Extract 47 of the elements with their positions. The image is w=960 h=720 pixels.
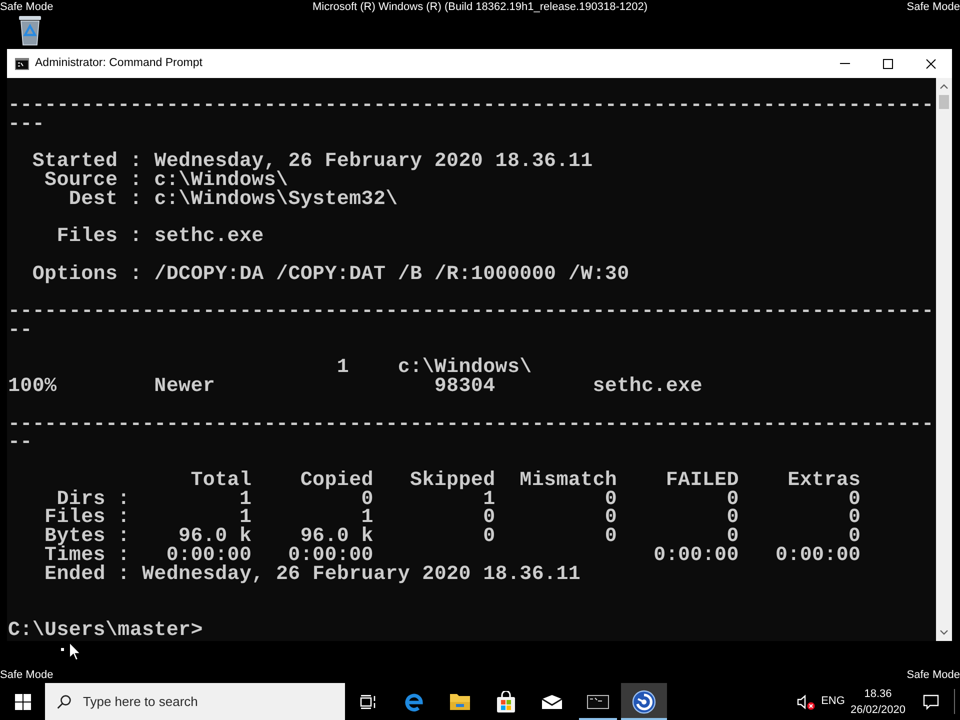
safe-mode-label: Safe Mode [0, 0, 54, 14]
console-line: -- [8, 322, 32, 340]
console-line: Files : 1 1 0 0 0 0 [44, 509, 861, 528]
console-line: --- [8, 116, 45, 134]
console-line: Options : /DCOPY:DA /COPY:DAT /B /R:1000000 /W:30 [32, 266, 630, 284]
close-icon [926, 58, 936, 68]
console-line: Times : 0:00:00 0:00:00 0:00:00 0:00:00 [44, 546, 861, 566]
console-line: Dest : c:\Windows\System32\ [68, 190, 398, 210]
console-line: ---------------------------------------------------------------------------- [8, 303, 934, 322]
safe-mode-label: Safe Mode [906, 668, 960, 682]
terminal-icon [587, 694, 609, 708]
search-icon [57, 694, 71, 708]
folder-icon [449, 692, 471, 710]
console-line: 1 c:\Windows\ [336, 359, 532, 378]
window-title: Administrator: Command Prompt [35, 56, 202, 71]
chevron-up-icon [940, 84, 948, 89]
console-line: -- [8, 434, 32, 453]
recycle-bin-icon[interactable] [18, 14, 42, 46]
circle-logo-icon [632, 690, 656, 714]
scroll-thumb[interactable] [939, 95, 949, 109]
console-line: Source : c:\Windows\ [44, 172, 288, 190]
shopping-bag-icon [496, 690, 516, 712]
console-line: ---------------------------------------------------------------------------- [8, 96, 934, 116]
minimize-icon [840, 63, 850, 64]
console-line: Started : Wednesday, 26 February 2020 18.36.11 [32, 153, 593, 172]
maximize-icon [882, 58, 892, 68]
clock-button[interactable]: 18.36 26/02/2020 [848, 683, 908, 720]
console-line: ---------------------------------------------------------------------------- [8, 416, 934, 434]
search-field[interactable]: Type here to search [45, 683, 345, 720]
command-prompt-line: C:\Users\master> [8, 622, 203, 640]
safe-mode-label: Safe Mode [906, 0, 960, 14]
console-line: Bytes : 96.0 k 96.0 k 0 0 0 0 [44, 528, 861, 547]
chevron-down-icon [940, 630, 948, 634]
e-logo-icon [404, 692, 424, 712]
taskbar-app-button[interactable] [621, 683, 667, 720]
console-line: 100% Newer 98304 sethc.exe [8, 378, 702, 397]
language-button[interactable]: ENG [818, 683, 848, 720]
terminal-icon [15, 58, 29, 70]
console-line: Files : sethc.exe [56, 228, 264, 247]
console-line: Total Copied Skipped Mismatch FAILED Extras [190, 472, 861, 490]
speech-bubble-icon [923, 694, 939, 710]
envelope-icon [541, 694, 563, 710]
task-view-icon [360, 694, 376, 708]
console-line: Ended : Wednesday, 26 February 2020 18.36.11 [44, 566, 581, 584]
safe-mode-label: Safe Mode [0, 668, 54, 682]
windows-logo-icon [14, 694, 30, 710]
build-label: Microsoft (R) Windows (R) (Build 18362.19h1_release.190318-1202) [312, 0, 648, 14]
